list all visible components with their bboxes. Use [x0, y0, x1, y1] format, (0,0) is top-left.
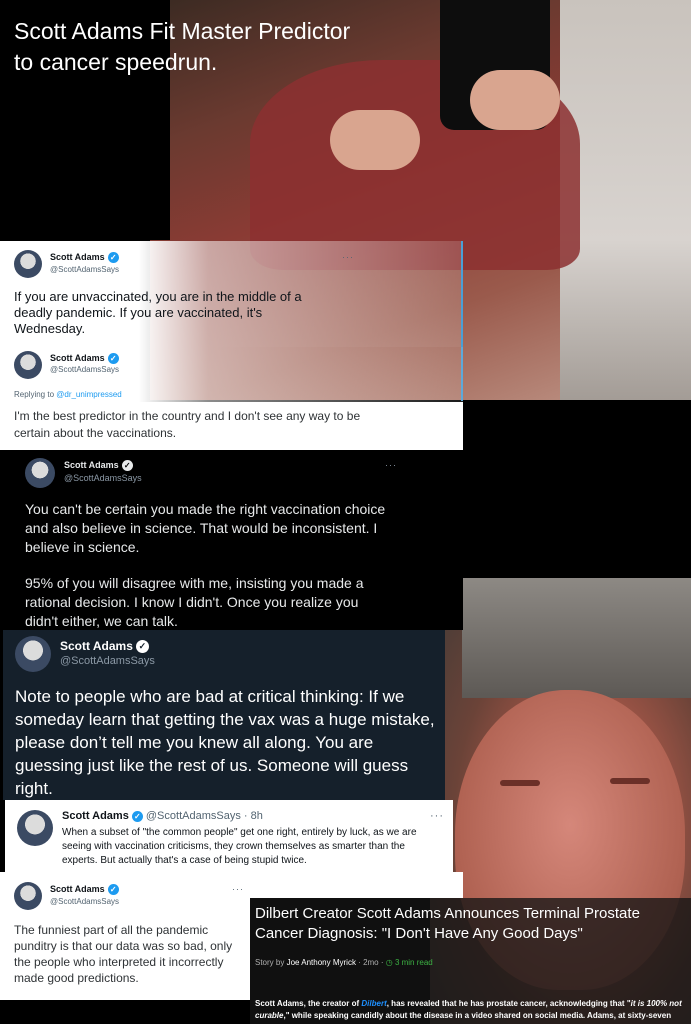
tweet-text: Note to people who are bad at critical t… [15, 687, 435, 798]
dilbert-link[interactable]: Dilbert [361, 999, 386, 1008]
verified-badge-icon: ✓ [107, 252, 119, 264]
tweet-text: I'm the best predictor in the country an… [14, 409, 361, 440]
pillow [462, 578, 691, 698]
author-name[interactable]: Scott Adams ✓ [60, 639, 149, 654]
author-handle-time[interactable]: @ScottAdamsSays · 8h [146, 810, 263, 822]
verified-badge-icon: ✓ [107, 353, 119, 365]
left-hand [330, 110, 420, 170]
author-handle[interactable]: @ScottAdamsSays [50, 365, 119, 374]
clock-icon: ◷ [385, 958, 395, 967]
article-author[interactable]: Joe Anthony Myrick [287, 958, 356, 967]
verified-badge-icon: ✓ [107, 884, 119, 896]
avatar[interactable] [25, 458, 55, 488]
author-handle[interactable]: @ScottAdamsSays [50, 897, 119, 906]
replying-to: Replying to @dr_unimpressed [14, 390, 122, 399]
tweet-card-2: Scott Adams ✓ @ScottAdamsSays Replying to… [0, 347, 463, 402]
verified-badge-icon: ✓ [121, 460, 133, 472]
avatar[interactable] [14, 250, 42, 278]
tweet-card-3: Scott Adams ✓ @ScottAdamsSays ··· You can… [5, 450, 415, 630]
author-handle[interactable]: @ScottAdamsSays [64, 473, 142, 483]
avatar[interactable] [14, 351, 42, 379]
right-hand [470, 70, 560, 130]
verified-badge-icon: ✓ [135, 640, 149, 654]
more-options-icon[interactable]: ··· [232, 884, 244, 894]
tweet-card-4: Scott Adams ✓ @ScottAdamsSays Note to peo… [3, 630, 445, 800]
reply-mention-link[interactable]: @dr_unimpressed [56, 390, 121, 399]
article-headline[interactable]: Dilbert Creator Scott Adams Announces Te… [255, 904, 685, 944]
avatar[interactable] [15, 636, 51, 672]
tweet-text: When a subset of "the common people" get… [62, 827, 417, 866]
article-excerpt: Scott Adams, the creator of Dilbert, has… [255, 999, 682, 1020]
author-handle[interactable]: @ScottAdamsSays [50, 265, 119, 274]
more-options-icon[interactable]: ··· [342, 252, 354, 262]
card-edge [365, 402, 463, 450]
author-name[interactable]: Scott Adams ✓ [50, 884, 119, 896]
more-options-icon[interactable]: ··· [430, 810, 444, 822]
tweet-card-6: Scott Adams ✓ @ScottAdamsSays The funnies… [0, 872, 250, 1000]
tweet-card-2-body: I'm the best predictor in the country an… [0, 402, 463, 450]
tweet-text-paragraph-2: 95% of you will disagree with me, insist… [25, 575, 364, 629]
author-name[interactable]: Scott Adams ✓ @ScottAdamsSays · 8h [62, 810, 263, 822]
tweet-text: The funniest part of all the pandemic pu… [14, 923, 233, 985]
verified-badge-icon: ✓ [131, 810, 143, 822]
news-article-card[interactable]: Dilbert Creator Scott Adams Announces Te… [250, 898, 691, 1024]
tweet-card-1: Scott Adams ✓ @ScottAdamsSays ··· If you … [0, 241, 463, 401]
avatar[interactable] [14, 882, 42, 910]
closed-eye-right [610, 778, 650, 784]
tweet-card-5: Scott Adams ✓ @ScottAdamsSays · 8h ··· Wh… [5, 800, 453, 872]
author-name[interactable]: Scott Adams ✓ [64, 460, 133, 472]
closed-eye-left [500, 780, 540, 786]
article-byline: Story by Joe Anthony Myrick · 2mo · ◷ 3 … [255, 958, 433, 967]
read-time: 3 min read [394, 958, 433, 967]
more-options-icon[interactable]: ··· [385, 460, 397, 470]
avatar[interactable] [17, 810, 53, 846]
author-handle[interactable]: @ScottAdamsSays [60, 655, 155, 667]
tweet-text: If you are unvaccinated, you are in the … [14, 289, 302, 336]
author-name[interactable]: Scott Adams ✓ [50, 353, 119, 365]
meme-title: Scott Adams Fit Master Predictor to canc… [14, 18, 351, 75]
tweet-text-paragraph-1: You can't be certain you made the right … [25, 501, 386, 555]
tweet-card-6-header-extension: ··· [232, 872, 463, 898]
author-name[interactable]: Scott Adams ✓ [50, 252, 119, 264]
